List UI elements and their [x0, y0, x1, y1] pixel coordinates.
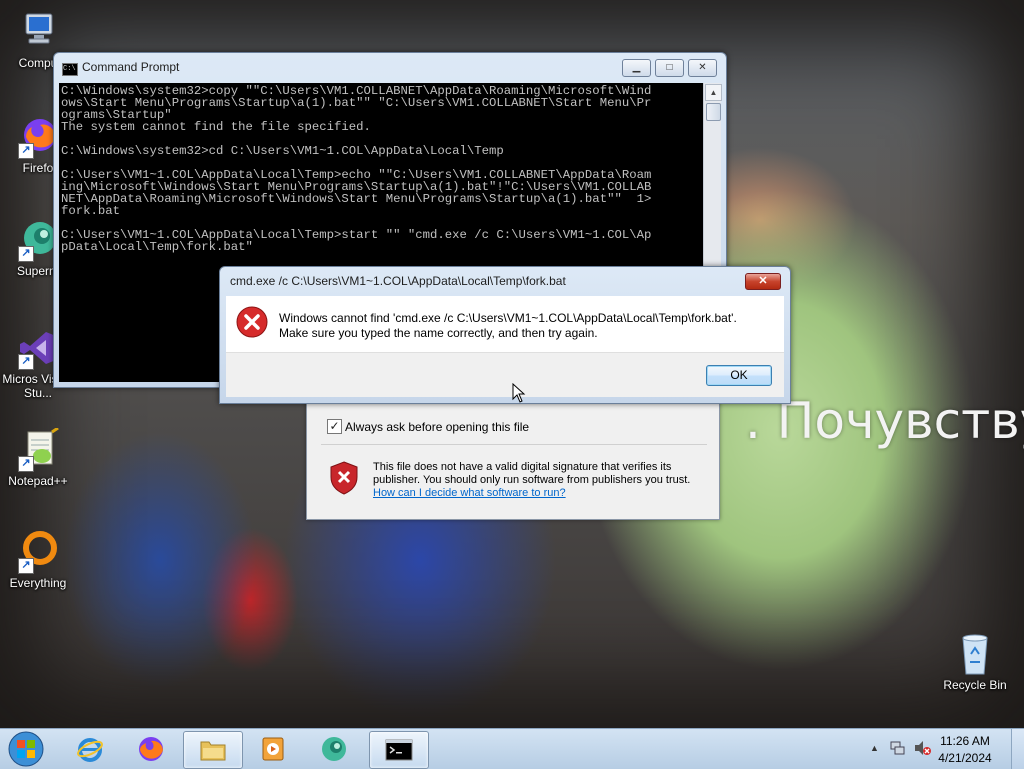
error-message-line-1: Windows cannot find 'cmd.exe /c C:\Users…: [279, 311, 737, 325]
shortcut-arrow-icon: ↗: [18, 456, 34, 472]
clock-date: 4/21/2024: [938, 751, 992, 765]
desktop-icon-everything[interactable]: ↗ Everything: [0, 530, 76, 590]
shortcut-arrow-icon: ↗: [18, 558, 34, 574]
close-button[interactable]: ✕: [688, 59, 717, 77]
scroll-up-arrow-icon[interactable]: ▲: [705, 84, 722, 101]
recycle-bin-icon: [953, 632, 997, 676]
taskbar-supermium[interactable]: [305, 731, 363, 767]
maximize-button[interactable]: □: [655, 59, 684, 77]
show-desktop-button[interactable]: [1011, 729, 1024, 769]
shortcut-arrow-icon: ↗: [18, 354, 34, 370]
command-prompt-titlebar[interactable]: C:\ Command Prompt ▁ □ ✕: [54, 53, 726, 81]
desktop-icon-notepad-plus-plus[interactable]: ↗ Notepad++: [0, 426, 76, 488]
console-line: The system cannot find the file specifie…: [61, 120, 371, 134]
error-dialog[interactable]: cmd.exe /c C:\Users\VM1~1.COL\AppData\Lo…: [219, 266, 791, 404]
help-link[interactable]: How can I decide what software to run?: [373, 487, 566, 499]
security-warning-dialog[interactable]: ✓ Always ask before opening this file Th…: [306, 398, 720, 520]
show-hidden-icons-chevron-icon[interactable]: ▲: [870, 743, 879, 753]
computer-icon: [16, 10, 60, 54]
mouse-cursor-icon: [512, 382, 526, 403]
scrollbar-thumb[interactable]: [706, 103, 721, 121]
always-ask-checkbox[interactable]: ✓: [327, 419, 342, 434]
taskbar-command-prompt[interactable]: [369, 731, 429, 769]
error-dialog-body: Windows cannot find 'cmd.exe /c C:\Users…: [226, 296, 784, 352]
always-ask-label: Always ask before opening this file: [345, 420, 530, 434]
command-prompt-icon: C:\: [62, 63, 78, 76]
shortcut-arrow-icon: ↗: [18, 143, 34, 159]
firefox-icon: [137, 735, 165, 763]
console-line: C:\Windows\system32>cd C:\Users\VM1~1.CO…: [61, 144, 504, 158]
console-line: pData\Local\Temp\fork.bat": [61, 240, 253, 254]
internet-explorer-icon: [76, 735, 104, 763]
taskbar-internet-explorer[interactable]: [61, 731, 119, 767]
taskbar-file-explorer[interactable]: [183, 731, 243, 769]
start-button[interactable]: [6, 730, 46, 768]
command-prompt-icon: [385, 736, 413, 764]
minimize-button[interactable]: ▁: [622, 59, 651, 77]
everything-icon: ↗: [16, 530, 60, 574]
ok-button[interactable]: OK: [706, 365, 772, 386]
console-text: C:\Windows\system32>copy ""C:\Users\VM1.…: [61, 85, 703, 253]
desktop-icon-label: Everything: [9, 576, 67, 590]
taskbar-media-player[interactable]: [244, 731, 302, 767]
console-line: NET\AppData\Roaming\Microsoft\Windows\St…: [61, 192, 652, 206]
error-dialog-footer: OK: [226, 352, 784, 397]
error-dialog-title: cmd.exe /c C:\Users\VM1~1.COL\AppData\Lo…: [230, 274, 566, 288]
command-prompt-title: Command Prompt: [82, 60, 180, 74]
shield-warning-icon: [329, 461, 359, 495]
warning-text-line-2: publisher. You should only run software …: [373, 474, 691, 486]
error-message-line-2: Make sure you typed the name correctly, …: [279, 326, 598, 340]
dialog-divider: [321, 444, 707, 445]
network-icon[interactable]: [890, 740, 906, 756]
desktop-icon-recycle-bin[interactable]: Recycle Bin: [937, 632, 1013, 692]
media-player-icon: [259, 735, 287, 763]
supermium-icon: [320, 735, 348, 763]
taskbar: ▲ 11:26 AM 4/21/2024: [0, 728, 1024, 769]
console-line: fork.bat: [61, 204, 121, 218]
system-clock[interactable]: 11:26 AM 4/21/2024: [930, 733, 1000, 767]
clock-time: 11:26 AM: [940, 734, 990, 748]
error-dialog-titlebar[interactable]: cmd.exe /c C:\Users\VM1~1.COL\AppData\Lo…: [220, 267, 790, 295]
warning-text-line-1: This file does not have a valid digital …: [373, 461, 672, 473]
shortcut-arrow-icon: ↗: [18, 246, 34, 262]
file-explorer-icon: [199, 736, 227, 764]
desktop-icon-label: Notepad++: [8, 474, 68, 488]
error-icon: [236, 306, 268, 338]
close-button[interactable]: ✕: [745, 273, 781, 290]
notepad-plus-plus-icon: ↗: [16, 426, 60, 472]
taskbar-firefox[interactable]: [122, 731, 180, 767]
desktop-icon-label: Recycle Bin: [943, 678, 1007, 692]
